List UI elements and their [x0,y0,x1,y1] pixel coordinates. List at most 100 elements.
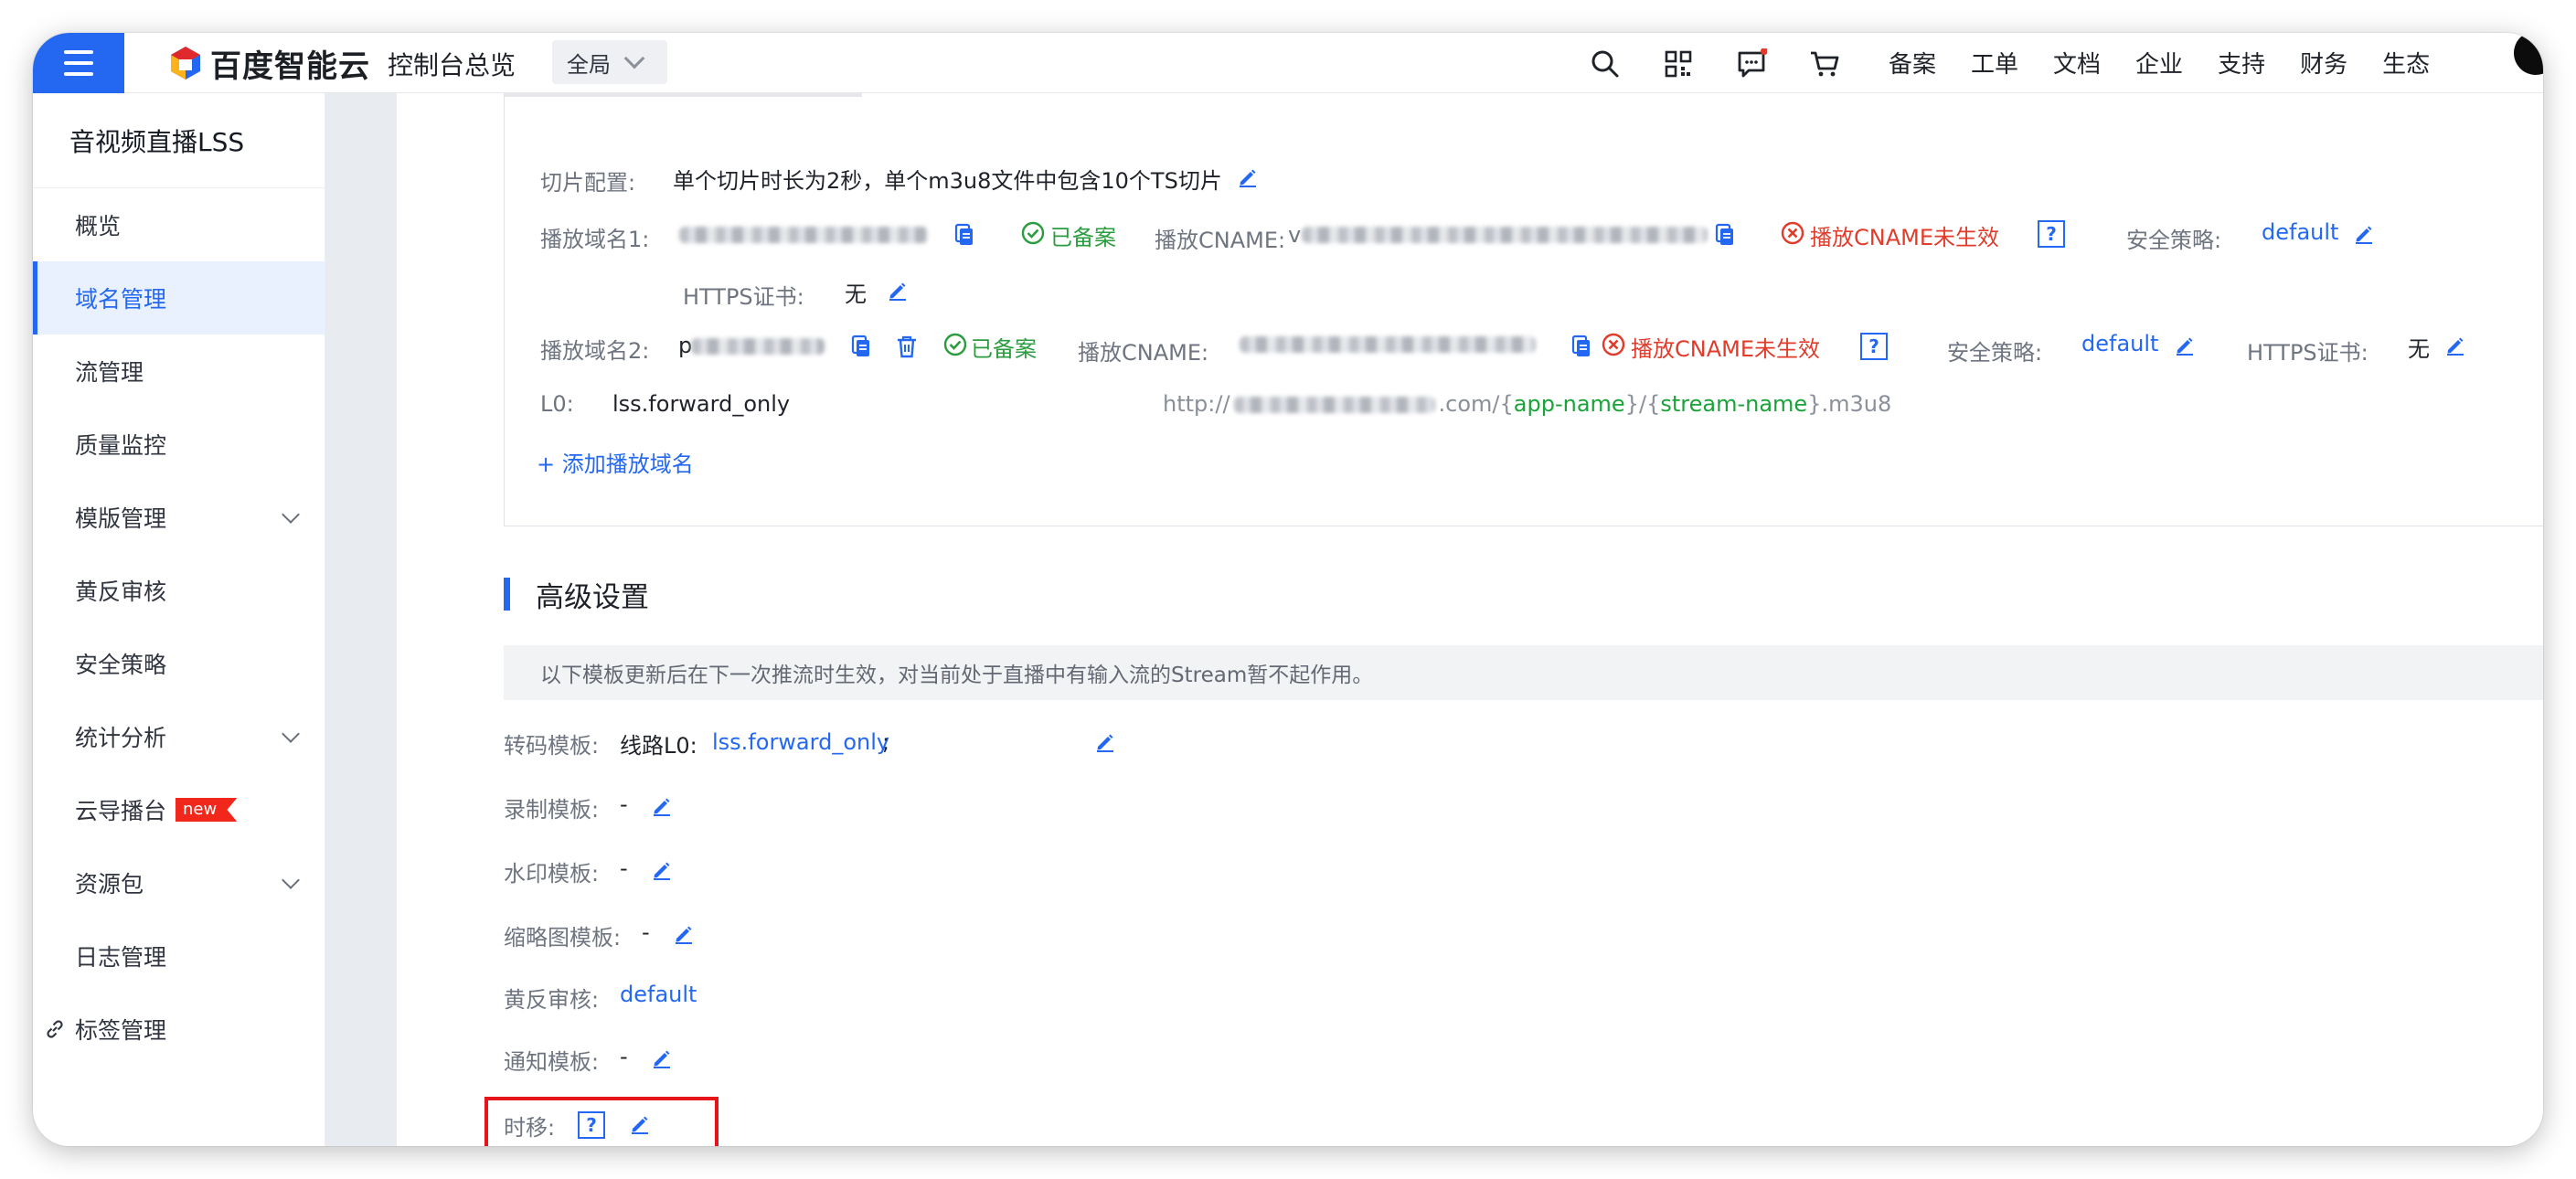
nav-link-support[interactable]: 支持 [2218,46,2265,80]
logo-mark-icon [171,47,200,80]
sidebar-item-label: 标签管理 [75,1017,167,1044]
sidebar-item-label: 模版管理 [75,505,167,532]
sidebar-item-quality-monitor[interactable]: 质量监控 [33,408,325,481]
cart-icon[interactable] [1806,46,1843,82]
domain1-label: 播放域名1: [540,227,650,252]
logo-text: 百度智能云 [210,48,370,85]
copy-icon[interactable] [1570,335,1592,358]
watermark-value: - [620,855,628,881]
cname2-label: 播放CNAME: [1078,340,1209,366]
region-select[interactable]: 全局 [552,40,667,84]
edit-icon[interactable] [651,795,673,817]
check-circle-icon [943,333,967,356]
watermark-label: 水印模板: [504,861,600,887]
url-brace-close: } [1624,391,1639,417]
nav-link-finance[interactable]: 财务 [2300,46,2347,80]
header-nav-links: 备案 工单 文档 企业 支持 财务 生态 [1889,46,2464,80]
sidebar-item-statistics[interactable]: 统计分析 [33,700,325,773]
cname1-visible-prefix: v [1288,222,1302,248]
sidebar-item-label: 概览 [75,213,122,239]
edit-icon[interactable] [2444,335,2466,356]
sidebar-item-label: 流管理 [75,359,144,386]
sidebar-item-template-management[interactable]: 模版管理 [33,481,325,554]
cname1-label: 播放CNAME: [1155,228,1286,253]
sidebar-item-log-management[interactable]: 日志管理 [33,919,325,993]
new-badge: new [176,798,238,822]
message-icon[interactable] [1733,46,1770,82]
record-value: - [620,791,628,817]
sidebar-item-overview[interactable]: 概览 [33,188,325,261]
help-icon[interactable]: ? [1860,333,1888,360]
url-brace-open: { [1499,391,1514,417]
edit-icon[interactable] [1237,166,1259,188]
check-circle-icon [1021,221,1045,245]
copy-icon[interactable] [850,335,872,358]
sidebar-item-stream-management[interactable]: 流管理 [33,335,325,408]
url-domain-suffix: .com/ [1438,391,1500,417]
transcode-separator: ; [882,729,890,755]
baidu-cloud-logo[interactable]: 百度智能云 [168,42,370,85]
security-policy1-label: 安全策略: [2126,228,2222,253]
chevron-down-icon [282,871,300,889]
domain2-filed-status: 已备案 [971,336,1037,362]
domain1-redacted [679,227,928,243]
help-icon[interactable]: ? [2038,220,2065,248]
security-policy1-link[interactable]: default [2262,219,2338,245]
notice-banner: 以下模板更新后在下一次推流时生效，对当前处于直播中有输入流的Stream暂不起作… [504,645,2543,700]
edit-icon[interactable] [651,859,673,881]
main-content: 切片配置: 单个切片时长为2秒，单个m3u8文件中包含10个TS切片 播放域名1… [397,93,2543,1146]
nav-link-beian[interactable]: 备案 [1889,46,1936,80]
slice-config-label: 切片配置: [540,170,636,196]
advanced-settings-heading: 高级设置 [504,576,649,614]
nav-link-docs[interactable]: 文档 [2053,46,2101,80]
add-playback-domain-button[interactable]: + 添加播放域名 [537,446,694,478]
copy-icon[interactable] [953,223,975,247]
hamburger-menu-button[interactable] [33,33,124,93]
sidebar-item-content-review[interactable]: 黄反审核 [33,554,325,627]
sidebar-item-label: 资源包 [75,871,144,898]
sidebar-item-label: 黄反审核 [75,579,167,605]
edit-icon[interactable] [1094,731,1116,753]
nav-link-enterprise[interactable]: 企业 [2135,46,2183,80]
header-icon-bar [1587,46,1879,82]
sidebar: 音视频直播LSS 概览 域名管理 流管理 质量监控 模版管理 黄反审核 安全策略… [33,93,325,1146]
console-home-link[interactable]: 控制台总览 [388,46,516,82]
transcode-template-link[interactable]: lss.forward_only [712,729,889,755]
https2-value: 无 [2408,336,2430,362]
domain2-label: 播放域名2: [540,338,650,364]
thumbnail-value: - [642,919,650,945]
edit-icon[interactable] [887,280,909,302]
chevron-down-icon [623,48,645,69]
edit-icon[interactable] [2174,335,2196,356]
cname2-status: 播放CNAME未生效 [1631,336,1820,362]
search-icon[interactable] [1587,46,1623,82]
playback-url: http://.com/{app-name}/{stream-name}.m3u… [1163,391,1891,417]
edit-icon[interactable] [651,1047,673,1069]
avatar[interactable] [2514,33,2543,75]
qrcode-icon[interactable] [1660,46,1697,82]
nav-link-ecosystem[interactable]: 生态 [2382,46,2430,80]
sidebar-item-security-policy[interactable]: 安全策略 [33,627,325,700]
region-value: 全局 [567,51,611,78]
domain2-redacted [691,338,825,355]
edit-icon[interactable] [2353,223,2375,245]
trash-icon[interactable] [896,335,918,358]
url-domain-redacted [1233,397,1435,413]
edit-icon[interactable] [673,923,695,945]
top-header: 百度智能云 控制台总览 全局 备案 工单 文档 企业 支持 财务 生态 [33,33,2543,93]
sidebar-item-label: 云导播台 [75,798,167,824]
sidebar-item-resource-package[interactable]: 资源包 [33,846,325,919]
sidebar-item-tag-management[interactable]: 标签管理 [33,993,325,1066]
security-policy2-link[interactable]: default [2081,331,2158,356]
notify-label: 通知模板: [504,1049,600,1075]
url-ext: .m3u8 [1821,391,1892,417]
link-icon [47,1020,63,1038]
sidebar-item-cloud-director[interactable]: 云导播台 new [33,773,325,846]
copy-icon[interactable] [1714,223,1736,247]
nav-link-ticket[interactable]: 工单 [1971,46,2018,80]
url-app-name: app-name [1513,391,1625,417]
content-review-link[interactable]: default [620,982,697,1007]
sidebar-item-domain-management[interactable]: 域名管理 [33,261,325,335]
https1-label: HTTPS证书: [683,284,804,310]
transcode-label: 转码模板: [504,733,600,759]
